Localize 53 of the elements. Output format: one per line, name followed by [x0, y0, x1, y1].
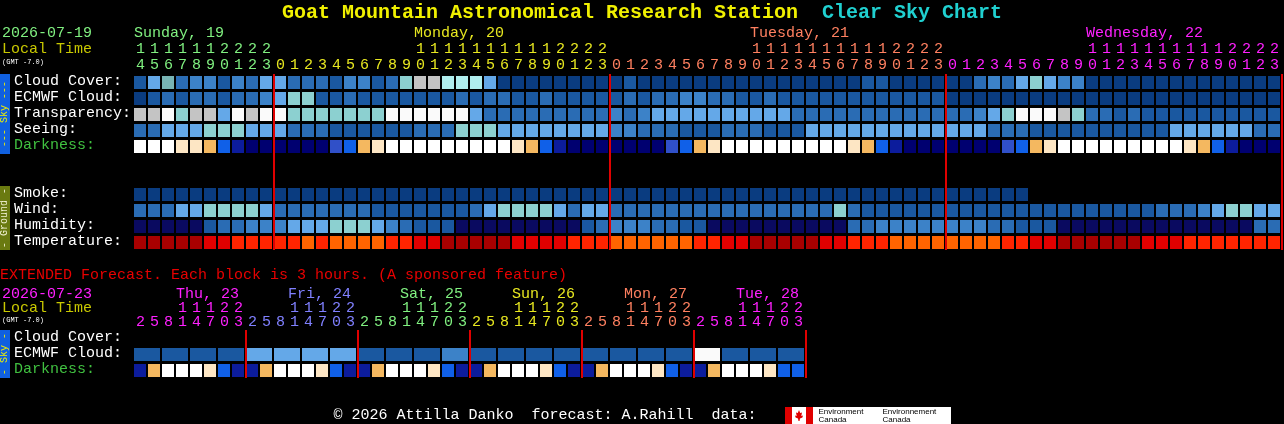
row-label: Smoke: — [14, 186, 68, 202]
hour-tens: 11122 — [738, 302, 808, 316]
row-label: Darkness: — [14, 138, 95, 154]
row-label: Humidity: — [14, 218, 95, 234]
day-label: Sunday, 19 — [134, 26, 224, 42]
flag-icon — [784, 407, 813, 424]
hour-digits: 25814703 — [359, 316, 472, 330]
day-label: Wednesday, 22 — [1086, 26, 1204, 42]
row-label: Wind: — [14, 202, 59, 218]
hour-tens: 11111111112222 — [751, 42, 949, 58]
hour-tens: 11122 — [626, 302, 696, 316]
credits-text: © 2026 Attilla Danko forecast: A.Rahill data: — [333, 407, 757, 424]
hour-digits: 012345678901234567890123 — [611, 58, 949, 74]
hour-digits: 25814703 — [135, 316, 248, 330]
row-label: Transparency: — [14, 106, 132, 122]
day-label: Mon, 27 — [624, 288, 687, 302]
hour-tens: 11122 — [290, 302, 360, 316]
row-label: Seeing: — [14, 122, 77, 138]
day-label: Tuesday, 21 — [750, 26, 850, 42]
hour-digits: 4567890123 — [135, 58, 276, 74]
station-title: Goat Mountain Astronomical Research Station — [281, 0, 799, 24]
day-label: Fri, 24 — [288, 288, 351, 302]
day-label: Sat, 25 — [400, 288, 463, 302]
hour-digits: 25814703 — [695, 316, 808, 330]
time-label: Local Time — [2, 302, 92, 316]
row-label: ECMWF Cloud: — [14, 90, 123, 106]
hour-tens: 11122 — [402, 302, 472, 316]
logo-text: Environment Canada — [818, 407, 865, 424]
row-label: ECMWF Cloud: — [14, 346, 123, 362]
time-label: Local Time — [2, 42, 92, 58]
extended-notice: EXTENDED Forecast. Each block is 3 hours. (A sponsored feature) — [0, 268, 568, 284]
row-label: Darkness: — [14, 362, 95, 378]
row-label: Cloud Cover: — [14, 330, 123, 346]
hour-tens: 11122 — [178, 302, 248, 316]
chart-title: Clear Sky Chart — [822, 0, 1003, 24]
hour-tens: 11122 — [514, 302, 584, 316]
day-label: Sun, 26 — [512, 288, 575, 302]
day-label: Monday, 20 — [414, 26, 504, 42]
hour-tens: 11111111112222 — [1087, 42, 1284, 58]
hour-digits: 012345678901234567890123 — [275, 58, 613, 74]
day-label: Thu, 23 — [176, 288, 239, 302]
hour-digits: 012345678901234567890123 — [947, 58, 1284, 74]
forecast-date: 2026-07-23 — [2, 288, 92, 302]
hour-digits: 25814703 — [247, 316, 360, 330]
forecast-date: 2026-07-19 — [2, 26, 92, 42]
hour-digits: 25814703 — [583, 316, 696, 330]
logo-text: Environnement Canada — [882, 407, 938, 424]
hour-digits: 25814703 — [471, 316, 584, 330]
row-label: Cloud Cover: — [14, 74, 123, 90]
hour-tens: 11111111112222 — [415, 42, 613, 58]
day-label: Tue, 28 — [736, 288, 799, 302]
hour-tens: 1111112222 — [135, 42, 276, 58]
row-label: Temperature: — [14, 234, 123, 250]
